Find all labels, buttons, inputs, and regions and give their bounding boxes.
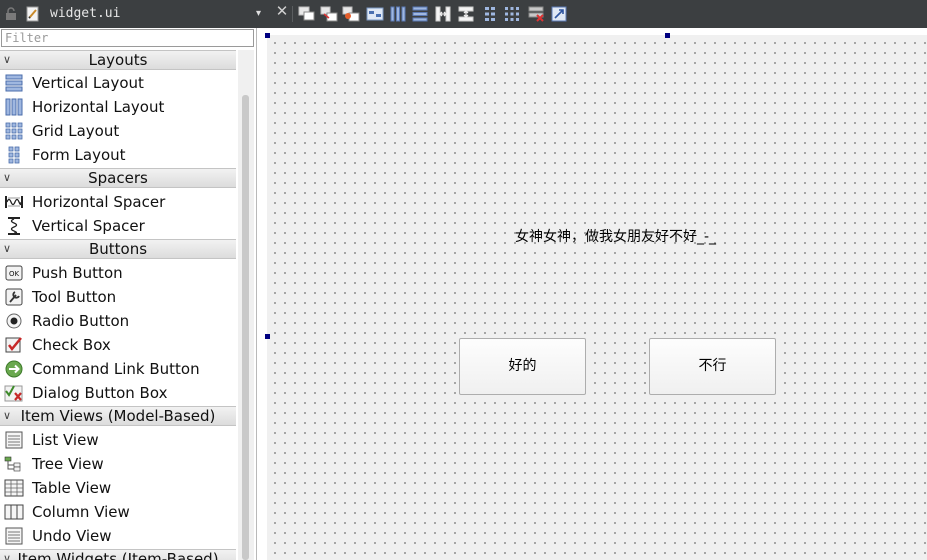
widget-box-panel: ∨ Layouts Vertical Layout Horizontal Lay…: [0, 28, 257, 560]
horizontal-spacer-icon: [4, 193, 24, 211]
widget-item-label: Horizontal Spacer: [32, 193, 166, 211]
category-spacers[interactable]: ∨ Spacers: [0, 168, 236, 188]
command-link-icon: [4, 360, 24, 378]
radio-button-icon: [4, 312, 24, 330]
category-label: Spacers: [88, 169, 148, 187]
file-dropdown-icon[interactable]: ▾: [256, 6, 261, 22]
grid-layout-icon: [4, 122, 24, 140]
selection-handle-middle-left[interactable]: [265, 334, 270, 339]
widget-item-label: Horizontal Layout: [32, 98, 165, 116]
layout-horizontal-icon[interactable]: [389, 5, 407, 23]
layout-vertical-icon[interactable]: [411, 5, 429, 23]
form-widget[interactable]: [267, 35, 927, 560]
close-file-icon[interactable]: ✕: [274, 2, 290, 20]
horizontal-layout-icon: [4, 98, 24, 116]
list-view-icon: [4, 431, 24, 449]
widget-item-label: Table View: [32, 479, 112, 497]
widget-item-label: Tool Button: [32, 288, 117, 306]
selection-handle-top-left[interactable]: [265, 33, 270, 38]
break-layout-icon[interactable]: [527, 5, 545, 23]
check-box-icon: [4, 336, 24, 354]
widget-item-check-box[interactable]: Check Box: [0, 333, 236, 357]
ok-button[interactable]: 好的: [459, 338, 586, 395]
layout-horizontal-splitter-icon[interactable]: [434, 5, 452, 23]
widget-item-dialog-button-box[interactable]: Dialog Button Box: [0, 381, 236, 405]
widget-item-label: Undo View: [32, 527, 112, 545]
ui-file-icon: [26, 6, 40, 22]
widget-item-vertical-layout[interactable]: Vertical Layout: [0, 71, 236, 95]
scrollbar-thumb[interactable]: [242, 95, 249, 560]
edit-widgets-icon[interactable]: [298, 5, 316, 23]
question-label[interactable]: 女神女神，做我女朋友好不好_-_: [515, 228, 716, 246]
widget-item-horizontal-layout[interactable]: Horizontal Layout: [0, 95, 236, 119]
widget-item-label: Command Link Button: [32, 360, 200, 378]
category-item-views[interactable]: ∨ Item Views (Model-Based): [0, 406, 236, 426]
widget-item-list-view[interactable]: List View: [0, 428, 236, 452]
form-editor-area: [257, 28, 927, 560]
widget-item-label: Grid Layout: [32, 122, 120, 140]
widget-box-scrollbar[interactable]: [238, 50, 254, 560]
category-label: Buttons: [88, 240, 148, 258]
file-name: widget.ui: [50, 6, 121, 21]
toolbar-separator: [292, 6, 293, 22]
widget-item-grid-layout[interactable]: Grid Layout: [0, 119, 236, 143]
adjust-size-icon[interactable]: [550, 5, 568, 23]
category-label: Layouts: [88, 51, 148, 69]
widget-list: ∨ Layouts Vertical Layout Horizontal Lay…: [0, 50, 236, 560]
filter-input[interactable]: [1, 29, 254, 47]
file-tab[interactable]: widget.ui ▾: [0, 3, 268, 25]
push-button-icon: OK: [4, 264, 24, 282]
widget-item-push-button[interactable]: OK Push Button: [0, 261, 236, 285]
widget-item-tree-view[interactable]: Tree View: [0, 452, 236, 476]
widget-item-label: Check Box: [32, 336, 111, 354]
edit-buddies-icon[interactable]: [342, 5, 360, 23]
widget-item-label: Tree View: [32, 455, 104, 473]
widget-item-vertical-spacer[interactable]: Vertical Spacer: [0, 214, 236, 238]
widget-item-form-layout[interactable]: Form Layout: [0, 143, 236, 167]
no-button[interactable]: 不行: [649, 338, 776, 395]
vertical-layout-icon: [4, 74, 24, 92]
svg-text:OK: OK: [9, 270, 20, 278]
form-layout-icon: [4, 146, 24, 164]
selection-handle-top-center[interactable]: [665, 33, 670, 38]
widget-item-label: Column View: [32, 503, 130, 521]
widget-item-label: Push Button: [32, 264, 123, 282]
widget-item-label: List View: [32, 431, 99, 449]
tool-button-icon: [4, 288, 24, 306]
widget-item-command-link-button[interactable]: Command Link Button: [0, 357, 236, 381]
category-layouts[interactable]: ∨ Layouts: [0, 50, 236, 70]
widget-item-label: Radio Button: [32, 312, 130, 330]
widget-item-tool-button[interactable]: Tool Button: [0, 285, 236, 309]
widget-item-table-view[interactable]: Table View: [0, 476, 236, 500]
lock-icon: [5, 7, 17, 21]
widget-item-label: Vertical Layout: [32, 74, 144, 92]
layout-form-icon[interactable]: [481, 5, 499, 23]
category-label: Item Views (Model-Based): [20, 407, 216, 425]
widget-item-horizontal-spacer[interactable]: Horizontal Spacer: [0, 190, 236, 214]
table-view-icon: [4, 479, 24, 497]
edit-tab-order-icon[interactable]: [366, 5, 384, 23]
column-view-icon: [4, 503, 24, 521]
layout-vertical-splitter-icon[interactable]: [457, 5, 475, 23]
layout-grid-icon[interactable]: [503, 5, 521, 23]
widget-item-label: Vertical Spacer: [32, 217, 145, 235]
tree-view-icon: [4, 455, 24, 473]
widget-item-label: Dialog Button Box: [32, 384, 168, 402]
vertical-spacer-icon: [4, 217, 24, 235]
dialog-button-box-icon: [4, 384, 24, 402]
category-item-widgets[interactable]: ∨ Item Widgets (Item-Based): [0, 549, 236, 560]
category-label: Item Widgets (Item-Based): [17, 550, 219, 560]
edit-signals-slots-icon[interactable]: [320, 5, 338, 23]
category-buttons[interactable]: ∨ Buttons: [0, 239, 236, 259]
widget-item-undo-view[interactable]: Undo View: [0, 524, 236, 548]
widget-item-column-view[interactable]: Column View: [0, 500, 236, 524]
undo-view-icon: [4, 527, 24, 545]
widget-item-radio-button[interactable]: Radio Button: [0, 309, 236, 333]
top-toolbar: widget.ui ▾ ✕: [0, 0, 927, 28]
widget-item-label: Form Layout: [32, 146, 126, 164]
